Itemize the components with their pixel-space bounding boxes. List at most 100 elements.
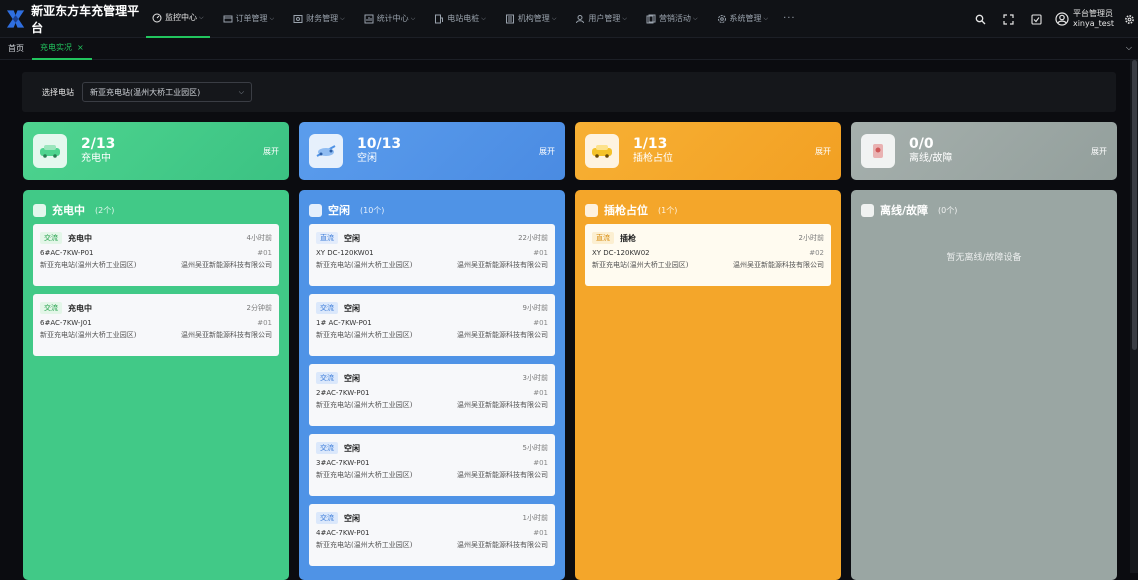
- charger-card[interactable]: 交流 充电中 2分钟前 6#AC-7KW-J01 #01 新亚充电站(温州大桥工业园区…: [33, 294, 279, 356]
- menu-users[interactable]: 用户管理 ⌵: [569, 0, 633, 38]
- charger-code: 4#AC-7KW-P01: [316, 529, 370, 537]
- summary-label: 充电中: [81, 153, 111, 164]
- user-avatar-icon: [1055, 12, 1069, 26]
- dashboard-icon: [152, 13, 162, 22]
- expand-button[interactable]: 展开: [539, 146, 555, 157]
- chevron-down-icon: ⌵: [763, 14, 769, 22]
- company-name: 温州吴亚新能源科技有限公司: [181, 331, 272, 339]
- app-title: 新亚东方车充管理平台: [31, 3, 140, 35]
- expand-button[interactable]: 展开: [1091, 146, 1107, 157]
- charging-icon: [33, 203, 46, 217]
- order-icon: [223, 15, 233, 22]
- fullscreen-button[interactable]: [995, 0, 1023, 38]
- company-name: 温州吴亚新能源科技有限公司: [733, 261, 824, 269]
- system-icon: [717, 14, 726, 23]
- station-filter: 选择电站 新亚充电站(温州大桥工业园区) ⌵: [22, 72, 1116, 112]
- brand[interactable]: 新亚东方车充管理平台: [0, 2, 146, 36]
- card-time: 1小时前: [522, 514, 548, 522]
- tab-home[interactable]: 首页: [0, 38, 32, 60]
- menu-station[interactable]: 电站电桩 ⌵: [428, 0, 492, 38]
- card-time: 2小时前: [798, 234, 824, 242]
- card-status: 空闲: [344, 233, 360, 243]
- station-name: 新亚充电站(温州大桥工业园区): [316, 331, 413, 339]
- column-charging: 充电中 (2个) 交流 充电中 4小时前 6#AC-7KW-P01 #01 新亚充电站(…: [23, 190, 289, 580]
- tabs-dropdown-icon[interactable]: ⌵: [1126, 43, 1132, 53]
- station-name: 新亚充电站(温州大桥工业园区): [316, 261, 413, 269]
- expand-button[interactable]: 展开: [263, 146, 279, 157]
- charger-card[interactable]: 直流 空闲 22小时前 XY DC-120KW01 #01 新亚充电站(温州大桥工业园…: [309, 224, 555, 286]
- menu-stats[interactable]: 统计中心 ⌵: [358, 0, 422, 38]
- port-number: #01: [257, 319, 272, 327]
- charger-card[interactable]: 直流 插枪 2小时前 XY DC-120KW02 #02 新亚充电站(温州大桥工业园区…: [585, 224, 831, 286]
- chevron-down-icon: ⌵: [481, 14, 486, 22]
- menu-system[interactable]: 系统管理 ⌵: [711, 0, 775, 38]
- menu-monitor[interactable]: 监控中心 ⌵: [146, 0, 210, 38]
- expand-button[interactable]: 展开: [815, 146, 831, 157]
- more-menu-button[interactable]: ···: [783, 13, 796, 24]
- charger-card[interactable]: 交流 充电中 4小时前 6#AC-7KW-P01 #01 新亚充电站(温州大桥工业园区…: [33, 224, 279, 286]
- chevron-down-icon: ⌵: [340, 14, 345, 22]
- port-number: #01: [257, 249, 272, 257]
- checklist-icon: [1031, 13, 1043, 25]
- type-tag: 直流: [592, 232, 614, 244]
- occupied-car-icon: [585, 134, 619, 168]
- tasks-button[interactable]: [1023, 0, 1051, 38]
- menu-label: 机构管理: [517, 14, 550, 23]
- card-status: 空闲: [344, 513, 360, 523]
- gear-icon: [1124, 14, 1134, 24]
- user-menu[interactable]: 平台管理员 xinya_test: [1055, 9, 1114, 29]
- column-offline: 离线/故障 (0个) 暂无离线/故障设备: [851, 190, 1117, 580]
- scrollbar-thumb[interactable]: [1132, 60, 1137, 350]
- occupied-icon: [585, 203, 598, 217]
- settings-button[interactable]: [1120, 0, 1138, 38]
- page-tabs: 首页 充电实况 × ⌵: [0, 38, 1138, 60]
- menu-org[interactable]: 机构管理 ⌵: [499, 0, 563, 38]
- tab-label: 首页: [8, 44, 24, 53]
- chevron-down-icon: ⌵: [692, 14, 698, 22]
- port-number: #01: [533, 529, 548, 537]
- card-time: 3小时前: [522, 374, 548, 382]
- user-manage-icon: [576, 14, 585, 23]
- port-number: #01: [533, 249, 548, 257]
- menu-finance[interactable]: 财务管理 ⌵: [287, 0, 351, 38]
- charger-card[interactable]: 交流 空闲 5小时前 3#AC-7KW-P01 #01 新亚充电站(温州大桥工业园区)…: [309, 434, 555, 496]
- charger-code: 2#AC-7KW-P01: [316, 389, 370, 397]
- station-name: 新亚充电站(温州大桥工业园区): [40, 261, 137, 269]
- chevron-down-icon: ⌵: [410, 14, 416, 22]
- station-select-value: 新亚充电站(温州大桥工业园区): [90, 87, 201, 97]
- menu-orders[interactable]: 订单管理 ⌵: [217, 0, 281, 38]
- close-icon[interactable]: ×: [77, 43, 84, 52]
- charger-code: XY DC-120KW01: [316, 249, 374, 257]
- company-name: 温州吴亚新能源科技有限公司: [457, 471, 548, 479]
- charger-code: 1# AC-7KW-P01: [316, 319, 372, 327]
- tab-live-charging[interactable]: 充电实况 ×: [32, 38, 92, 60]
- fault-icon: [861, 203, 874, 217]
- search-button[interactable]: [967, 0, 995, 38]
- summary-label: 插枪占位: [633, 153, 673, 164]
- station-select[interactable]: 新亚充电站(温州大桥工业园区) ⌵: [82, 82, 252, 102]
- menu-marketing[interactable]: 营销活动 ⌵: [640, 0, 704, 38]
- type-tag: 交流: [316, 302, 338, 314]
- company-name: 温州吴亚新能源科技有限公司: [181, 261, 272, 269]
- menu-label: 财务管理: [306, 14, 339, 23]
- menu-label: 系统管理: [729, 14, 762, 23]
- menu-label: 营销活动: [658, 14, 691, 23]
- summary-label: 空闲: [357, 153, 377, 164]
- column-count: (0个): [938, 205, 958, 215]
- charger-card[interactable]: 交流 空闲 3小时前 2#AC-7KW-P01 #01 新亚充电站(温州大桥工业园区)…: [309, 364, 555, 426]
- column-title: 插枪占位: [604, 204, 648, 217]
- chevron-down-icon: ⌵: [622, 14, 627, 22]
- charger-card[interactable]: 交流 空闲 9小时前 1# AC-7KW-P01 #01 新亚充电站(温州大桥工业园区…: [309, 294, 555, 356]
- port-number: #01: [533, 319, 548, 327]
- charger-card[interactable]: 交流 空闲 1小时前 4#AC-7KW-P01 #01 新亚充电站(温州大桥工业园区)…: [309, 504, 555, 566]
- menu-label: 电站电桩: [447, 14, 480, 23]
- type-tag: 交流: [316, 512, 338, 524]
- column-idle: 空闲 (10个) 直流 空闲 22小时前 XY DC-120KW01 #01 新亚充电站…: [299, 190, 565, 580]
- fullscreen-icon: [1003, 13, 1015, 25]
- station-icon: [435, 14, 444, 23]
- type-tag: 交流: [40, 302, 62, 314]
- card-time: 22小时前: [518, 234, 548, 242]
- org-icon: [505, 14, 514, 23]
- tab-label: 充电实况: [40, 43, 72, 52]
- idle-car-icon: [309, 134, 343, 168]
